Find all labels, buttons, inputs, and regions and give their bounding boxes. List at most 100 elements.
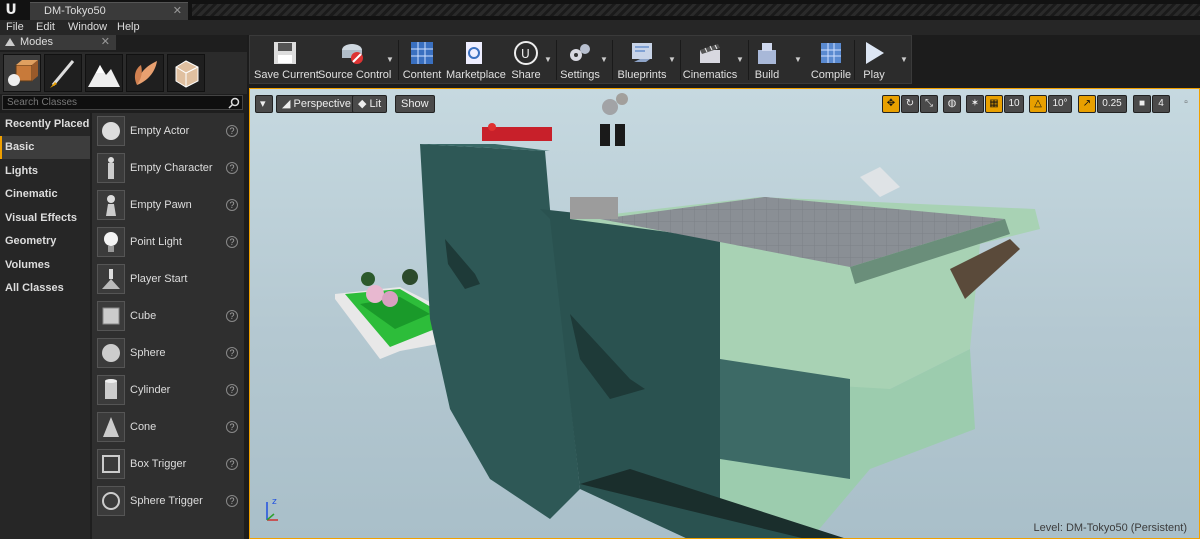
class-item-box-trigger[interactable]: Box Trigger ? [92,446,244,483]
share-button[interactable]: U Share [506,36,546,84]
help-icon[interactable]: ? [226,125,238,137]
category-visual-effects[interactable]: Visual Effects [0,207,90,230]
source-control-icon [342,44,363,64]
paint-icon [50,60,75,88]
grid-snap-value[interactable]: 10 [1004,95,1024,113]
place-mode-button[interactable] [3,54,41,92]
modes-tab[interactable]: Modes ✕ [0,35,116,50]
help-icon[interactable]: ? [226,236,238,248]
class-item-cone[interactable]: Cone ? [92,409,244,446]
content-button[interactable]: Content [400,36,444,84]
maximize-viewport-icon[interactable]: ▫ [1180,95,1192,113]
class-item-cylinder[interactable]: Cylinder ? [92,372,244,409]
help-icon[interactable]: ? [226,199,238,211]
category-lights[interactable]: Lights [0,160,90,183]
axis-gizmo-icon: z [266,497,278,521]
scale-snap-value[interactable]: 0.25 [1097,95,1127,113]
level-tab-label: DM-Tokyo50 [44,5,106,17]
help-icon[interactable]: ? [226,310,238,322]
help-icon[interactable]: ? [226,347,238,359]
play-button[interactable]: Play [856,36,892,84]
class-item-cube[interactable]: Cube ? [92,298,244,335]
blueprints-icon [632,43,652,62]
settings-button[interactable]: Settings [558,36,602,84]
rotate-mode-button[interactable]: ↻ [901,95,919,113]
gear-icon [570,44,590,61]
blueprints-dropdown-icon[interactable]: ▼ [668,56,676,64]
category-geometry[interactable]: Geometry [0,230,90,253]
class-item-player-start[interactable]: Player Start [92,261,244,298]
compile-button[interactable]: Compile [808,36,854,84]
geometry-mode-button[interactable] [167,54,205,92]
camera-speed-button[interactable]: ■ [1133,95,1151,113]
source-control-button[interactable]: Source Control [318,36,391,84]
level-viewport[interactable]: ▾ ◢ Perspective ◆ Lit Show ✥ ↻ ⤡ ◍ ✶ ▦ 1… [249,88,1200,539]
content-browser-icon [411,42,433,64]
cube-icon [97,301,125,331]
lit-label: Lit [369,98,382,110]
category-volumes[interactable]: Volumes [0,254,90,277]
category-cinematic[interactable]: Cinematic [0,183,90,206]
rotation-snap-value[interactable]: 10° [1048,95,1072,113]
world-space-button[interactable]: ◍ [943,95,961,113]
close-tab-icon[interactable]: ✕ [173,3,182,20]
foliage-mode-button[interactable] [126,54,164,92]
search-classes-input[interactable]: Search Classes [2,95,243,110]
scene-render [335,93,1040,538]
rotation-snap-toggle[interactable]: △ [1029,95,1047,113]
rotate-icon: ↻ [905,98,915,109]
scale-mode-button[interactable]: ⤡ [920,95,938,113]
menu-window[interactable]: Window [68,21,107,33]
show-button[interactable]: Show [395,95,435,113]
paint-mode-button[interactable] [44,54,82,92]
camera-speed-value[interactable]: 4 [1152,95,1170,113]
empty-actor-icon [97,116,125,146]
landscape-mode-button[interactable] [85,54,123,92]
save-current-button[interactable]: Save Current [254,36,319,84]
menu-file[interactable]: File [6,21,24,33]
build-button[interactable]: Build [750,36,784,84]
menu-edit[interactable]: Edit [36,21,55,33]
build-label: Build [754,69,780,81]
perspective-button[interactable]: ◢ Perspective [276,95,357,113]
search-icon[interactable] [228,97,240,109]
category-all-classes[interactable]: All Classes [0,277,90,300]
blueprints-label: Blueprints [617,69,667,81]
source-control-dropdown-icon[interactable]: ▼ [386,56,394,64]
scale-snap-toggle[interactable]: ↗ [1078,95,1096,113]
grid-snap-toggle[interactable]: ▦ [985,95,1003,113]
help-icon[interactable]: ? [226,421,238,433]
cinematics-dropdown-icon[interactable]: ▼ [736,56,744,64]
help-icon[interactable]: ? [226,458,238,470]
build-dropdown-icon[interactable]: ▼ [794,56,802,64]
class-item-empty-actor[interactable]: Empty Actor ? [92,113,244,150]
level-document-tab[interactable]: DM-Tokyo50 ✕ [30,2,188,20]
help-icon[interactable]: ? [226,162,238,174]
close-modes-icon[interactable]: ✕ [101,35,110,50]
class-item-point-light[interactable]: Point Light ? [92,224,244,261]
blueprints-button[interactable]: Blueprints [614,36,670,84]
sphere-icon [97,338,125,368]
settings-dropdown-icon[interactable]: ▼ [600,56,608,64]
help-icon[interactable]: ? [226,384,238,396]
lit-icon: ◆ [358,98,370,110]
help-icon[interactable]: ? [226,495,238,507]
clapperboard-icon [700,44,720,63]
viewport-options-button[interactable]: ▾ [255,95,273,113]
menu-help[interactable]: Help [117,21,140,33]
share-dropdown-icon[interactable]: ▼ [544,56,552,64]
class-item-sphere[interactable]: Sphere ? [92,335,244,372]
class-item-empty-pawn[interactable]: Empty Pawn ? [92,187,244,224]
surface-snap-button[interactable]: ✶ [966,95,984,113]
cinematics-button[interactable]: Cinematics [682,36,738,84]
marketplace-button[interactable]: Marketplace [446,36,506,84]
save-current-label: Save Current [254,69,319,81]
title-bar-drag-area[interactable] [192,4,1200,16]
play-dropdown-icon[interactable]: ▼ [900,56,908,64]
class-item-sphere-trigger[interactable]: Sphere Trigger ? [92,483,244,520]
lit-button[interactable]: ◆ Lit [352,95,388,113]
class-item-empty-character[interactable]: Empty Character ? [92,150,244,187]
category-basic[interactable]: Basic [0,136,90,159]
translate-mode-button[interactable]: ✥ [882,95,900,113]
category-recently-placed[interactable]: Recently Placed [0,113,90,136]
